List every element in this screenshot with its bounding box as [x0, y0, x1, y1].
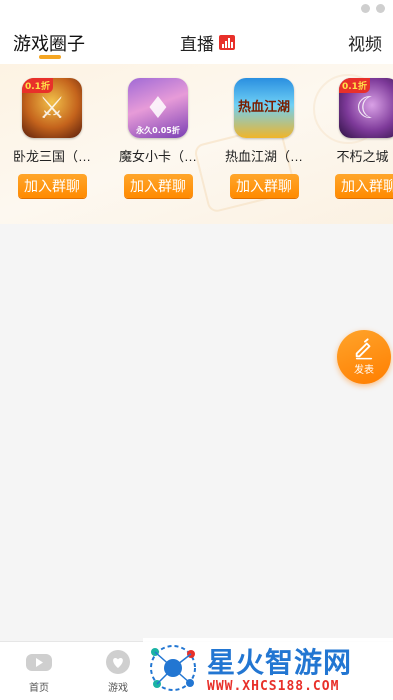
tab-game-circle[interactable]: 游戏圈子: [13, 30, 85, 56]
battery-icon: [376, 4, 385, 13]
join-group-button[interactable]: 加入群聊: [334, 174, 393, 198]
signal-icon: [361, 4, 370, 13]
game-card[interactable]: 热血江湖 热血江湖（… 加入群聊: [219, 78, 309, 218]
discount-badge: 0.1折: [339, 78, 370, 93]
top-tab-bar: 游戏圈子 直播 视频: [0, 22, 393, 64]
publish-button[interactable]: 发表: [337, 330, 391, 384]
game-name: 热血江湖（…: [224, 149, 303, 164]
game-icon-buxiu[interactable]: ☾ 0.1折: [339, 78, 393, 138]
icon-caption: 热血江湖: [237, 100, 290, 115]
nav-label: 首页: [29, 683, 49, 694]
tab-live[interactable]: 直播: [180, 30, 235, 55]
nav-games[interactable]: 游戏: [88, 648, 148, 694]
game-icon-rexue[interactable]: 热血江湖: [234, 78, 294, 138]
nav-home[interactable]: 首页: [9, 648, 69, 694]
game-name: 魔女小卡（…: [118, 149, 197, 164]
publish-label: 发表: [354, 365, 374, 376]
tab-label: 游戏圈子: [13, 34, 85, 54]
game-group-strip[interactable]: ⚔ 0.1折 卧龙三国（… 加入群聊 ♦ 永久0.05折 魔女小卡（… 加入群聊…: [0, 64, 393, 224]
heart-bubble-icon: [106, 650, 130, 674]
game-card[interactable]: ☾ 0.1折 不朽之城（ 加入群聊: [324, 78, 393, 218]
status-icons: [361, 4, 385, 13]
game-card[interactable]: ♦ 永久0.05折 魔女小卡（… 加入群聊: [113, 78, 203, 218]
gamepad-icon: [26, 654, 52, 671]
status-bar: [0, 0, 393, 22]
tab-label: 视频: [348, 35, 382, 54]
active-tab-indicator: [39, 55, 61, 59]
discount-badge: 0.1折: [22, 78, 53, 93]
game-icon-wolong[interactable]: ⚔ 0.1折: [22, 78, 82, 138]
game-name: 卧龙三国（…: [12, 149, 91, 164]
game-card[interactable]: ⚔ 0.1折 卧龙三国（… 加入群聊: [7, 78, 97, 218]
game-name: 不朽之城（: [336, 149, 393, 164]
game-icon-monv[interactable]: ♦ 永久0.05折: [128, 78, 188, 138]
watermark-title: 星火智游网: [207, 646, 353, 679]
icon-caption: 永久0.05折: [136, 126, 180, 135]
live-chart-icon: [219, 35, 235, 50]
nav-label: 游戏: [108, 683, 128, 694]
tab-label: 直播: [180, 35, 214, 54]
pencil-icon: [355, 338, 373, 360]
watermark-url: WWW.XHCS188.COM: [207, 679, 340, 694]
join-group-button[interactable]: 加入群聊: [229, 174, 299, 198]
join-group-button[interactable]: 加入群聊: [123, 174, 193, 198]
join-group-button[interactable]: 加入群聊: [17, 174, 87, 198]
tab-video[interactable]: 视频: [348, 30, 382, 55]
network-logo-icon: [150, 645, 196, 691]
watermark: 星火智游网 WWW.XHCS188.COM: [143, 638, 393, 700]
